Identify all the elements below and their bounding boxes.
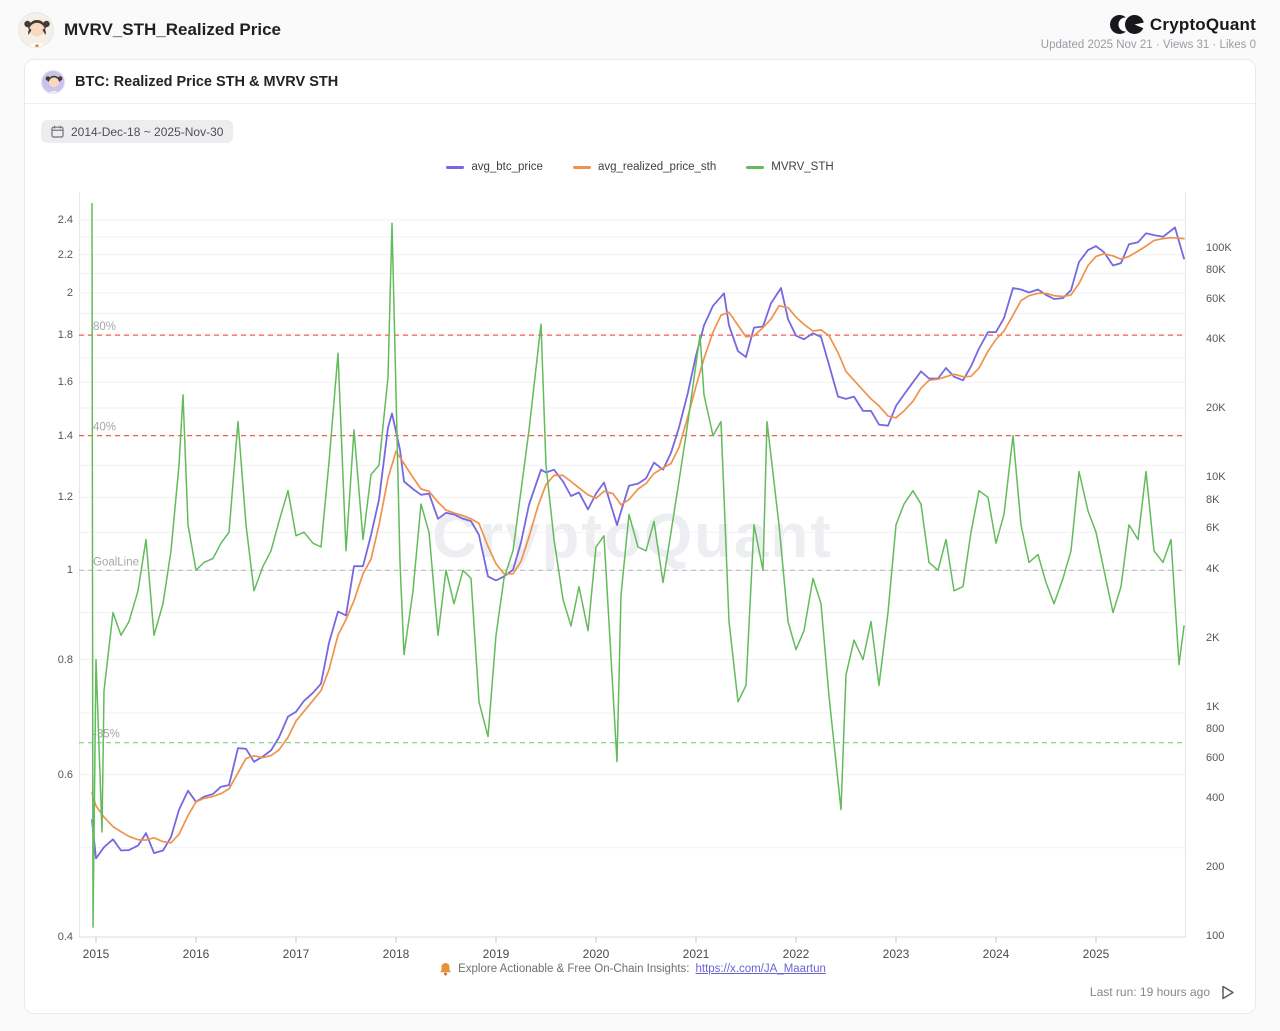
last-run-label: Last run: 19 hours ago <box>1089 985 1210 999</box>
user-avatar-image <box>19 13 53 47</box>
bell-icon <box>440 963 451 976</box>
plot-canvas[interactable]: 80% 40% GoalLine -35% <box>79 192 1186 954</box>
x-axis-tick: 2021 <box>682 947 710 961</box>
right-axis-tick: 600 <box>1206 752 1225 764</box>
left-axis-tick: 1.6 <box>57 376 73 388</box>
play-icon <box>1222 985 1234 999</box>
page: MVRV_STH_Realized Price CryptoQuant Upda… <box>0 0 1280 1031</box>
date-range-chip[interactable]: 2014-Dec-18 ~ 2025-Nov-30 <box>41 120 234 143</box>
date-range-label: 2014-Dec-18 ~ 2025-Nov-30 <box>71 124 224 139</box>
legend-swatch <box>572 165 591 169</box>
page-title: MVRV_STH_Realized Price <box>64 20 281 39</box>
legend-swatch <box>746 165 765 169</box>
x-axis-tick: 2018 <box>382 947 410 961</box>
insights-text: Explore Actionable & Free On-Chain Insig… <box>458 963 690 975</box>
legend-swatch <box>446 165 465 169</box>
right-axis-tick: 10K <box>1206 471 1226 483</box>
legend-label: MVRV_STH <box>771 161 834 173</box>
legend-item-MVRV_STH[interactable]: MVRV_STH <box>746 161 834 173</box>
author-avatar-image <box>42 70 64 93</box>
x-axis-tick: 2017 <box>282 947 310 961</box>
right-axis-tick: 8K <box>1206 494 1220 506</box>
chart-legend: avg_btc_price avg_realized_price_sth MVRV_… <box>25 159 1255 175</box>
brand-name: CryptoQuant <box>1149 14 1256 34</box>
x-axis-tick: 2020 <box>582 947 610 961</box>
right-axis-tick: 100 <box>1206 930 1225 942</box>
user-avatar[interactable] <box>18 12 54 48</box>
series-avg_realized_price_sth <box>91 236 1185 844</box>
left-axis-tick: 0.6 <box>57 769 73 781</box>
author-avatar[interactable] <box>41 69 65 94</box>
right-axis-tick: 100K <box>1206 242 1232 254</box>
right-axis-tick: 20K <box>1206 402 1226 414</box>
ref-line-label: GoalLine <box>93 556 139 568</box>
legend-item-avg_btc_price[interactable]: avg_btc_price <box>446 161 543 173</box>
right-axis-tick: 60K <box>1206 293 1226 305</box>
ref-line-label: 40% <box>93 422 116 434</box>
left-axis-tick: 0.4 <box>57 931 73 943</box>
series-MVRV_STH <box>91 202 1185 928</box>
x-axis-tick: 2022 <box>782 947 810 961</box>
legend-item-avg_realized_price_sth[interactable]: avg_realized_price_sth <box>572 161 717 173</box>
left-axis-tick: 1.8 <box>57 329 73 341</box>
right-axis-tick: 80K <box>1206 264 1226 276</box>
right-axis-tick: 200 <box>1206 861 1225 873</box>
ref-line-label: -35% <box>93 729 120 741</box>
insights-note: Explore Actionable & Free On-Chain Insig… <box>79 962 1186 976</box>
calendar-icon <box>51 125 64 138</box>
right-axis-tick: 1K <box>1206 701 1220 713</box>
ref-line-label: 80% <box>93 321 116 333</box>
left-axis-tick: 2.4 <box>57 214 73 226</box>
left-axis-tick: 2.2 <box>57 249 73 261</box>
insights-link[interactable]: https://x.com/JA_Maartun <box>696 963 826 975</box>
cryptoquant-logo-icon <box>1109 15 1144 34</box>
x-axis-tick: 2023 <box>882 947 910 961</box>
legend-label: avg_btc_price <box>471 161 543 173</box>
left-axis-tick: 1.4 <box>57 430 73 442</box>
chart-card: BTC: Realized Price STH & MVRV STH 2014-… <box>24 59 1256 1014</box>
right-axis-tick: 4K <box>1206 563 1220 575</box>
x-axis-tick: 2015 <box>82 947 110 961</box>
right-axis-tick: 400 <box>1206 792 1225 804</box>
updated-meta: Updated 2025 Nov 21 · Views 31 · Likes 0 <box>1040 39 1256 51</box>
right-axis-tick: 6K <box>1206 522 1220 534</box>
left-axis-tick: 0.8 <box>57 654 73 666</box>
legend-label: avg_realized_price_sth <box>597 161 717 173</box>
x-axis-tick: 2025 <box>1082 947 1110 961</box>
chart-title: BTC: Realized Price STH & MVRV STH <box>75 73 339 90</box>
run-button[interactable] <box>1219 983 1237 1002</box>
right-axis-tick: 40K <box>1206 333 1226 345</box>
x-axis-tick: 2024 <box>982 947 1010 961</box>
left-axis-tick: 1.2 <box>57 491 73 503</box>
right-axis-tick: 2K <box>1206 632 1220 644</box>
cryptoquant-logo[interactable]: CryptoQuant <box>1109 14 1256 35</box>
toolbar-row: 2014-Dec-18 ~ 2025-Nov-30 <box>25 104 1255 143</box>
x-axis-tick: 2019 <box>482 947 510 961</box>
chart-card-header: BTC: Realized Price STH & MVRV STH <box>25 60 1255 104</box>
series-avg_btc_price <box>91 226 1185 860</box>
app-header: MVRV_STH_Realized Price CryptoQuant Upda… <box>0 0 1280 57</box>
lastrun-row: Last run: 19 hours ago <box>25 983 1255 1013</box>
chart-area: CryptoQuant 80% 40% GoalLine -35% Explore A… <box>25 183 1255 983</box>
x-axis-tick: 2016 <box>182 947 210 961</box>
left-axis-tick: 1 <box>66 564 73 576</box>
right-axis-tick: 800 <box>1206 723 1225 735</box>
left-axis-tick: 2 <box>66 287 73 299</box>
